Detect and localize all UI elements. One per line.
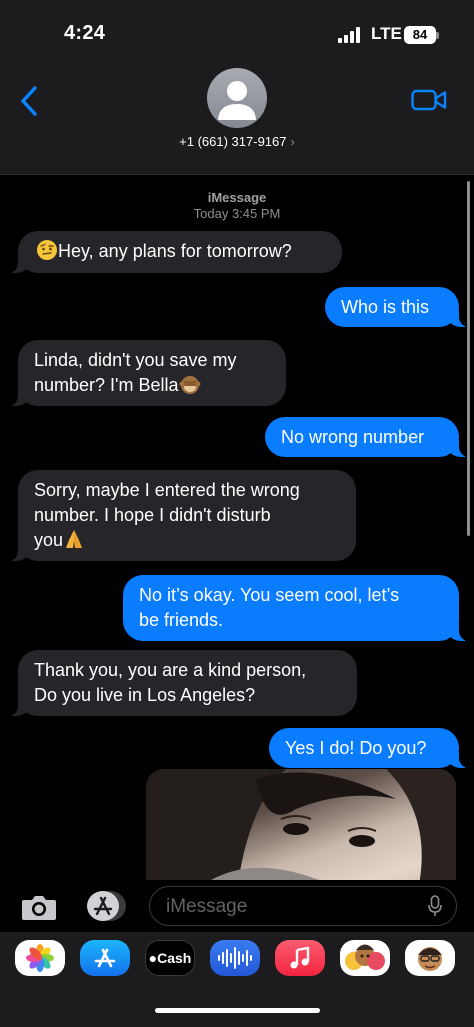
incoming-message-bubble[interactable]: Linda, didn't you save my number? I'm Be… xyxy=(6,340,286,406)
message-text: No wrong number xyxy=(281,427,425,447)
message-input-bar: iMessage xyxy=(0,880,474,932)
cash-label-text: Cash xyxy=(157,950,192,966)
status-time: 4:24 xyxy=(64,22,106,44)
battery-indicator: 84 xyxy=(404,26,436,44)
memoji-icon[interactable] xyxy=(340,940,390,976)
app-store-glyph xyxy=(94,948,116,968)
message-text: number? I'm Bella xyxy=(34,375,179,395)
app-store-apps-icon[interactable] xyxy=(84,890,128,922)
outgoing-message-bubble[interactable]: Yes I do! Do you? xyxy=(269,728,471,768)
outgoing-message-bubble[interactable]: No it’s okay. You seem cool, let’s be fr… xyxy=(123,575,471,641)
photos-flower-icon xyxy=(26,944,54,972)
message-input-placeholder: iMessage xyxy=(166,896,248,917)
memoji-stickers-icon[interactable] xyxy=(405,940,455,976)
apple-logo-icon: ● xyxy=(148,950,158,966)
battery-tip xyxy=(436,32,439,39)
message-text: Yes I do! Do you? xyxy=(285,738,427,758)
chevron-right-icon: › xyxy=(290,134,295,149)
person-silhouette-icon xyxy=(218,81,256,120)
message-text: be friends. xyxy=(139,610,224,630)
incoming-message-bubble[interactable]: Hey, any plans for tomorrow? xyxy=(6,231,342,273)
message-text: number. I hope I didn't disturb xyxy=(34,505,271,525)
see-no-evil-monkey-icon xyxy=(179,376,201,394)
message-text: No it’s okay. You seem cool, let’s xyxy=(139,585,400,605)
conversation-thread[interactable]: iMessage Today 3:45 PM Hey, any plans fo… xyxy=(0,175,474,880)
message-text: you xyxy=(34,530,64,550)
memoji-sticker-face-icon xyxy=(418,947,442,971)
incoming-message-bubble[interactable]: Sorry, maybe I entered the wrong number.… xyxy=(6,470,356,561)
music-icon[interactable] xyxy=(275,940,325,976)
music-note-icon xyxy=(290,946,310,969)
conversation-header: +1 (661) 317-9167 › xyxy=(0,68,474,175)
camera-icon[interactable] xyxy=(21,893,57,921)
incoming-message-bubble[interactable]: Thank you, you are a kind person, Do you… xyxy=(6,650,357,716)
service-label: iMessage xyxy=(207,190,267,205)
audio-message-icon[interactable] xyxy=(210,940,260,976)
status-bar: 4:24 LTE 84 xyxy=(0,0,474,70)
contact-avatar[interactable] xyxy=(207,68,267,128)
outgoing-message-bubble[interactable]: No wrong number xyxy=(265,417,471,457)
cellular-signal-icon xyxy=(338,27,360,43)
selfie-photo xyxy=(146,769,456,880)
outgoing-message-bubble[interactable]: Who is this xyxy=(325,287,471,327)
waveform-icon xyxy=(218,947,252,969)
message-text: Do you live in Los Angeles? xyxy=(34,685,256,705)
network-type: LTE xyxy=(371,24,402,43)
scrollbar[interactable] xyxy=(467,181,470,536)
app-drawer: ●Cash xyxy=(0,932,474,1027)
microphone-icon[interactable] xyxy=(428,895,442,917)
cash-icon[interactable]: ●Cash xyxy=(145,940,195,976)
contact-name[interactable]: +1 (661) 317-9167 › xyxy=(0,134,474,149)
cash-label: ●Cash xyxy=(149,950,192,966)
home-indicator[interactable] xyxy=(155,1008,320,1013)
message-text: Linda, didn't you save my xyxy=(34,350,237,370)
message-meta: iMessage Today 3:45 PM xyxy=(0,190,474,222)
contact-phone-number: +1 (661) 317-9167 xyxy=(179,134,287,149)
face-with-raised-eyebrow-icon xyxy=(37,240,57,260)
memoji-faces-icon xyxy=(345,944,385,970)
app-store-icon[interactable] xyxy=(80,940,130,976)
message-text: Thank you, you are a kind person, xyxy=(34,660,307,680)
photos-icon[interactable] xyxy=(15,940,65,976)
message-text: Sorry, maybe I entered the wrong xyxy=(34,480,300,500)
message-input[interactable]: iMessage xyxy=(149,886,457,926)
back-chevron-icon[interactable] xyxy=(16,84,44,118)
video-call-icon[interactable] xyxy=(411,88,447,112)
message-text: Hey, any plans for tomorrow? xyxy=(58,241,292,261)
photo-attachment[interactable] xyxy=(146,769,456,880)
folded-hands-icon xyxy=(66,530,83,548)
message-text: Who is this xyxy=(341,297,430,317)
message-timestamp: Today 3:45 PM xyxy=(193,206,281,221)
